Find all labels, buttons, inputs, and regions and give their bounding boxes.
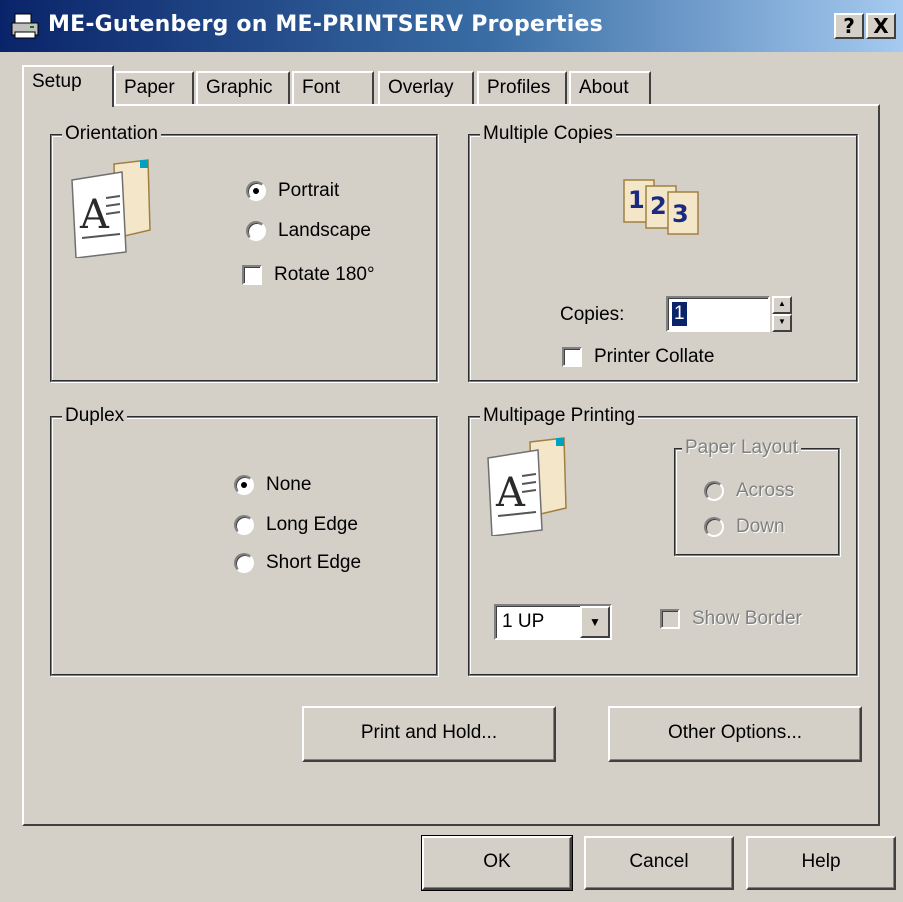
copies-spinner[interactable]: ▲ ▼ <box>772 296 792 332</box>
copies-label: Copies: <box>560 304 625 325</box>
copy-digit-2: 2 <box>650 192 667 220</box>
rotate-checkbox-box[interactable] <box>242 265 262 285</box>
ok-button[interactable]: OK <box>421 835 573 891</box>
tab-graphic[interactable]: Graphic <box>196 71 290 105</box>
copy-digit-3: 3 <box>672 200 689 228</box>
duplex-long-dot[interactable] <box>234 515 254 535</box>
down-radio-dot[interactable] <box>704 517 724 537</box>
tab-font[interactable]: Font <box>292 71 374 105</box>
down-label: Down <box>736 516 785 537</box>
duplex-none-label: None <box>266 474 312 495</box>
duplex-none-radio[interactable]: None <box>234 474 311 496</box>
paper-layout-label: Paper Layout <box>682 437 802 459</box>
multipage-label: Multipage Printing <box>480 405 639 427</box>
copies-value: 1 <box>672 302 687 326</box>
svg-text:A: A <box>495 470 526 516</box>
landscape-radio-dot[interactable] <box>246 221 266 241</box>
pages-per-sheet-value: 1 UP <box>502 611 545 632</box>
portrait-radio-dot[interactable] <box>246 181 266 201</box>
across-label: Across <box>736 480 795 501</box>
svg-text:A: A <box>79 192 110 238</box>
duplex-label: Duplex <box>62 405 128 427</box>
multiple-copies-icon: 1 2 3 <box>623 179 699 235</box>
orientation-group: Orientation A Portrait Landscape Rotate … <box>50 123 438 382</box>
window-title: ME-Gutenberg on ME-PRINTSERV Properties <box>48 12 603 37</box>
spin-down-icon[interactable]: ▼ <box>772 314 792 332</box>
landscape-radio[interactable]: Landscape <box>246 220 371 242</box>
tab-setup[interactable]: Setup <box>22 65 114 107</box>
help-button[interactable]: Help <box>746 836 896 890</box>
paper-layout-group: Paper Layout Across Down <box>674 437 840 556</box>
duplex-none-dot[interactable] <box>234 475 254 495</box>
portrait-document-icon: A <box>71 159 151 258</box>
portrait-label: Portrait <box>278 180 340 201</box>
duplex-short-dot[interactable] <box>234 553 254 573</box>
show-border-label: Show Border <box>692 608 802 629</box>
copies-group: Multiple Copies 1 2 3 Copies: 1 ▲ ▼ Prin… <box>468 123 858 382</box>
show-border-box[interactable] <box>660 609 680 629</box>
other-options-button[interactable]: Other Options... <box>608 706 862 762</box>
collate-checkbox-box[interactable] <box>562 347 582 367</box>
copies-group-label: Multiple Copies <box>480 123 616 145</box>
tab-overlay[interactable]: Overlay <box>378 71 474 105</box>
orientation-label: Orientation <box>62 123 161 145</box>
duplex-long-radio[interactable]: Long Edge <box>234 514 358 536</box>
collate-label: Printer Collate <box>594 346 715 367</box>
tab-paper[interactable]: Paper <box>114 71 194 105</box>
across-radio-dot[interactable] <box>704 481 724 501</box>
across-radio[interactable]: Across <box>704 480 794 502</box>
duplex-short-radio[interactable]: Short Edge <box>234 552 361 574</box>
collate-checkbox[interactable]: Printer Collate <box>562 346 714 368</box>
pages-per-sheet-select[interactable]: 1 UP ▼ <box>494 604 612 640</box>
setup-panel: Orientation A Portrait Landscape Rotate … <box>22 104 880 826</box>
rotate-checkbox[interactable]: Rotate 180° <box>242 264 375 286</box>
printer-icon <box>11 13 39 39</box>
landscape-label: Landscape <box>278 220 371 241</box>
copies-input[interactable]: 1 <box>666 296 770 332</box>
help-title-button[interactable]: ? <box>834 13 864 39</box>
duplex-group: Duplex None Long Edge Short Edge <box>50 405 438 676</box>
copy-digit-1: 1 <box>628 186 645 214</box>
cancel-button[interactable]: Cancel <box>584 836 734 890</box>
multipage-group: Multipage Printing A Paper Layout Across… <box>468 405 858 676</box>
duplex-long-label: Long Edge <box>266 514 358 535</box>
rotate-label: Rotate 180° <box>274 264 375 285</box>
down-radio[interactable]: Down <box>704 516 785 538</box>
title-bar: ME-Gutenberg on ME-PRINTSERV Properties … <box>0 0 903 52</box>
chevron-down-icon[interactable]: ▼ <box>580 606 610 638</box>
show-border-checkbox[interactable]: Show Border <box>660 608 802 630</box>
portrait-radio[interactable]: Portrait <box>246 180 339 202</box>
close-title-button[interactable]: X <box>866 13 896 39</box>
spin-up-icon[interactable]: ▲ <box>772 296 792 314</box>
tab-about[interactable]: About <box>569 71 651 105</box>
duplex-short-label: Short Edge <box>266 552 362 573</box>
tab-profiles[interactable]: Profiles <box>477 71 567 105</box>
multipage-document-icon: A <box>487 437 567 536</box>
print-and-hold-button[interactable]: Print and Hold... <box>302 706 556 762</box>
